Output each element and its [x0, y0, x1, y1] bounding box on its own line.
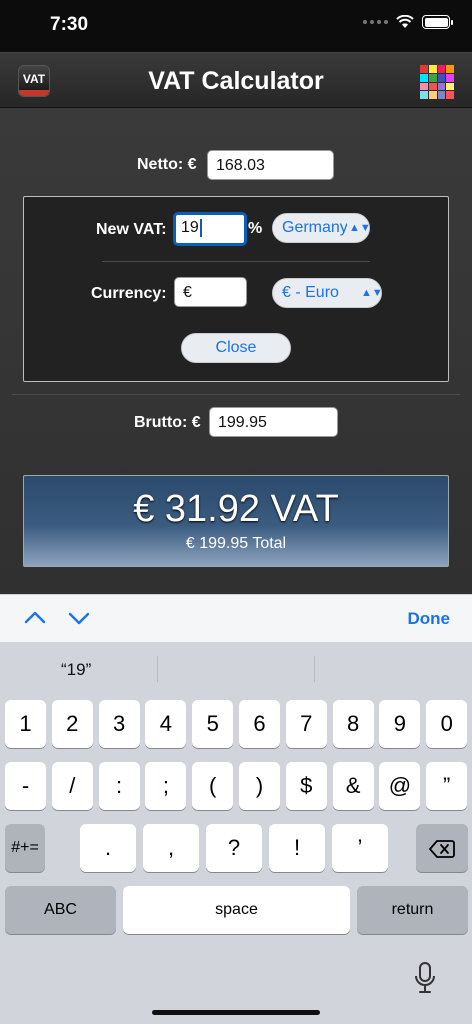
cellular-signal-icon: [363, 20, 388, 24]
suggestion-separator: [157, 656, 158, 682]
country-select[interactable]: Germany ▲▼: [272, 213, 370, 243]
text-cursor: [199, 218, 202, 237]
abc-key[interactable]: ABC: [5, 886, 116, 934]
close-button[interactable]: Close: [181, 333, 291, 363]
vat-rate-value: 19: [181, 219, 199, 236]
vat-amount: € 31.92 VAT: [133, 488, 339, 530]
suggestion-item[interactable]: “19”: [61, 660, 91, 680]
keyboard-key[interactable]: :: [98, 762, 140, 810]
palette-swatch: [437, 82, 446, 91]
panel-divider: [102, 261, 370, 262]
keyboard-key[interactable]: /: [51, 762, 93, 810]
palette-swatch: [420, 73, 428, 82]
keyboard-key[interactable]: -: [5, 762, 46, 810]
palette-swatch: [446, 82, 454, 91]
backspace-key[interactable]: [416, 824, 468, 872]
new-vat-label: New VAT:: [96, 221, 167, 238]
chevron-updown-icon: ▲▼: [359, 279, 381, 307]
keyboard-key[interactable]: .: [80, 824, 136, 872]
keyboard-key[interactable]: 7: [285, 700, 327, 748]
keyboard-key[interactable]: ,: [143, 824, 199, 872]
nav-bar: VAT VAT Calculator: [0, 52, 472, 108]
keyboard-key[interactable]: 4: [145, 700, 187, 748]
keyboard-key[interactable]: 1: [5, 700, 46, 748]
chevron-down-icon[interactable]: [66, 605, 92, 631]
microphone-icon[interactable]: [414, 962, 436, 994]
currency-symbol-input[interactable]: €: [174, 277, 247, 307]
done-button[interactable]: Done: [408, 609, 451, 629]
palette-swatch: [420, 91, 428, 99]
palette-swatch: [446, 65, 454, 73]
keyboard-key[interactable]: 2: [51, 700, 93, 748]
keyboard-key[interactable]: ’: [332, 824, 388, 872]
return-key[interactable]: return: [357, 886, 468, 934]
color-palette-button[interactable]: [420, 65, 454, 99]
palette-swatch: [446, 73, 454, 82]
status-bar: 7:30: [0, 0, 472, 52]
netto-input[interactable]: 168.03: [207, 150, 334, 180]
brutto-label: Brutto: €: [134, 414, 201, 431]
netto-label: Netto: €: [137, 156, 197, 173]
page-title: VAT Calculator: [148, 67, 324, 95]
keyboard-key[interactable]: 5: [192, 700, 234, 748]
keyboard-key[interactable]: ?: [206, 824, 262, 872]
wifi-icon: [396, 15, 414, 28]
keyboard-key[interactable]: 9: [379, 700, 421, 748]
chevron-updown-icon: ▲▼: [347, 214, 369, 242]
backspace-icon: [429, 840, 455, 859]
total-amount: € 199.95 Total: [185, 535, 287, 552]
palette-swatch: [446, 91, 454, 99]
chevron-up-icon[interactable]: [22, 605, 48, 631]
currency-label: Currency:: [91, 285, 167, 302]
palette-swatch: [437, 73, 446, 82]
currency-value: € - Euro: [282, 284, 339, 301]
keyboard-key[interactable]: ;: [145, 762, 187, 810]
keyboard-key[interactable]: (: [192, 762, 234, 810]
section-divider: [12, 394, 460, 395]
battery-icon: [422, 15, 453, 29]
suggestion-bar: “19”: [0, 642, 472, 696]
palette-swatch: [428, 65, 437, 73]
palette-swatch: [428, 82, 437, 91]
vat-settings-panel: New VAT: 19 % Germany ▲▼ Currency: € € -…: [23, 196, 449, 382]
keyboard-key[interactable]: 6: [239, 700, 280, 748]
brutto-input[interactable]: 199.95: [209, 407, 338, 437]
keyboard-key[interactable]: &: [332, 762, 374, 810]
status-icons: [363, 15, 453, 29]
keyboard-key[interactable]: 0: [426, 700, 468, 748]
keyboard-key[interactable]: @: [379, 762, 421, 810]
keyboard-key[interactable]: !: [269, 824, 325, 872]
symbols-key[interactable]: #+=: [5, 824, 45, 872]
keyboard-key[interactable]: 3: [98, 700, 140, 748]
main-content: Netto: € 168.03 New VAT: 19 % Germany ▲▼…: [0, 108, 472, 594]
palette-swatch: [420, 65, 428, 73]
palette-swatch: [437, 65, 446, 73]
keyboard-key[interactable]: ): [239, 762, 280, 810]
suggestion-separator: [314, 656, 315, 682]
vat-rate-input[interactable]: 19: [173, 212, 247, 246]
palette-swatch: [428, 73, 437, 82]
currency-select[interactable]: € - Euro ▲▼: [272, 278, 382, 308]
percent-label: %: [248, 220, 263, 237]
keyboard-key[interactable]: ”: [426, 762, 468, 810]
keyboard-accessory-bar: Done: [0, 594, 472, 642]
palette-swatch: [428, 91, 437, 99]
home-indicator: [152, 1010, 320, 1015]
keyboard: “19” 1 2 3 4 5 6 7 8 9 0 - /:;() $ & @”.,?!’ #+= ABC s…: [0, 642, 472, 1024]
vat-result-display: € 31.92 VAT € 199.95 Total: [23, 475, 449, 567]
country-value: Germany: [282, 219, 348, 236]
keyboard-key[interactable]: 8: [332, 700, 374, 748]
status-time: 7:30: [50, 14, 89, 35]
keyboard-key[interactable]: $: [285, 762, 327, 810]
space-key[interactable]: space: [123, 886, 350, 934]
palette-swatch: [437, 91, 446, 99]
palette-swatch: [420, 82, 428, 91]
